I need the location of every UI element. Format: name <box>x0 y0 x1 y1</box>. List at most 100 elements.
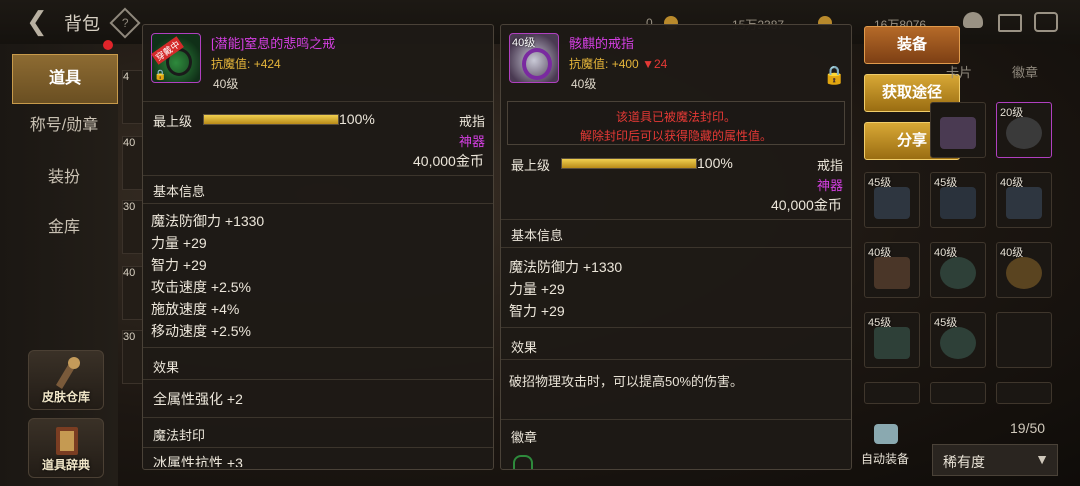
mail-icon[interactable] <box>998 14 1022 32</box>
stat-line: 攻击速度 +2.5% <box>151 279 251 295</box>
lock-icon: 🔒 <box>154 70 167 81</box>
inventory-slot[interactable] <box>930 102 986 158</box>
item-icon: 40级 <box>509 33 559 83</box>
item-dictionary-label: 道具辞典 <box>41 458 90 472</box>
divider <box>501 327 851 328</box>
divider <box>501 247 851 248</box>
brush-icon <box>56 357 80 389</box>
item-level: 40级 <box>213 77 239 91</box>
grade-bar <box>561 158 697 169</box>
weapon-icon <box>940 187 976 219</box>
grade-bar-fill <box>562 159 696 168</box>
sealed-line-1: 该道具已被魔法封印。 <box>615 110 736 124</box>
inventory-slot[interactable]: 40级 <box>930 242 986 298</box>
inventory-slot[interactable]: 45级 <box>864 312 920 368</box>
auto-equip-button[interactable]: 自动装备 <box>860 422 912 474</box>
weapon-icon <box>874 187 910 219</box>
tab-items[interactable]: 道具 <box>12 54 118 104</box>
inventory-slot[interactable] <box>996 382 1052 404</box>
page-title: 背包 <box>64 14 100 34</box>
inventory-capacity: 19/50 <box>1010 420 1046 436</box>
rarity-label: 神器 <box>459 134 486 149</box>
item-name: [潜能]窒息的悲鸣之戒 <box>211 36 336 51</box>
lock-icon: 🔒 <box>823 65 846 85</box>
grade-percent: 100% <box>697 155 733 171</box>
divider <box>501 359 851 360</box>
divider <box>143 379 493 380</box>
divider <box>143 447 493 448</box>
pot-icon[interactable] <box>963 12 983 28</box>
divider <box>143 347 493 348</box>
notification-dot <box>103 40 113 50</box>
inventory-slot[interactable]: 40级 <box>864 242 920 298</box>
effect-header: 效果 <box>511 340 538 355</box>
inventory-slot[interactable] <box>996 312 1052 368</box>
stat-line: 魔法防御力 +1330 <box>151 213 265 229</box>
ring-icon <box>1006 117 1042 149</box>
magic-seal-header: 魔法封印 <box>153 428 206 443</box>
inventory-slot[interactable]: 20级 <box>996 102 1052 158</box>
weapon-icon <box>1006 187 1042 219</box>
item-name: 骸麒的戒指 <box>569 36 635 51</box>
sealed-notice: 该道具已被魔法封印。 解除封印后可以获得隐藏的属性值。 <box>507 101 845 145</box>
level-badge: 40级 <box>512 37 536 49</box>
stat-line: 力量 +29 <box>509 281 565 297</box>
anti-magic-diff: ▼24 <box>642 57 668 71</box>
stat-line: 力量 +29 <box>151 235 207 251</box>
rarity-label: 神器 <box>817 178 844 193</box>
chat-icon[interactable] <box>1034 12 1058 32</box>
slot-type: 戒指 <box>817 158 844 173</box>
book-icon <box>56 427 78 455</box>
item-icon <box>940 117 976 149</box>
seal-line-clip: 冰属性抗性 +3 <box>143 453 493 467</box>
sort-dropdown-value: 稀有度 <box>943 454 985 470</box>
tab-outfit[interactable]: 装扮 <box>12 154 116 202</box>
divider <box>143 417 493 418</box>
tab-emblems[interactable]: 徽章 <box>1012 62 1038 81</box>
inventory-slot[interactable]: 45级 <box>930 312 986 368</box>
slot-type: 戒指 <box>459 114 486 129</box>
effect-text: 破招物理攻击时，可以提高50%的伤害。 <box>509 374 744 389</box>
item-level: 40级 <box>571 77 597 91</box>
effect-header: 效果 <box>153 360 180 375</box>
inventory-slot[interactable]: 45级 <box>864 172 920 228</box>
item-dictionary-button[interactable]: 道具辞典 <box>28 418 104 478</box>
equip-button[interactable]: 装备 <box>864 26 960 64</box>
basic-info-header: 基本信息 <box>511 228 564 243</box>
tab-vault[interactable]: 金库 <box>12 204 116 252</box>
grade-label: 最上级 <box>511 158 551 173</box>
sealed-line-2: 解除封印后可以获得隐藏的属性值。 <box>579 129 772 143</box>
item-price: 40,000金币 <box>771 197 842 213</box>
dropdown-arrow-icon: ▼ <box>1035 451 1049 467</box>
tab-titles-medals[interactable]: 称号/勋章 <box>12 102 116 150</box>
slot-level: 40 <box>123 267 136 279</box>
slot-level: 40 <box>123 137 136 149</box>
grade-label: 最上级 <box>153 114 193 129</box>
slot-level: 30 <box>123 331 136 343</box>
boots-icon <box>874 257 910 289</box>
slot-level: 4 <box>123 71 130 83</box>
sort-dropdown[interactable]: 稀有度 ▼ <box>932 444 1058 476</box>
armor-icon <box>874 424 898 444</box>
back-arrow-icon[interactable]: ❮ <box>26 6 48 37</box>
ring-icon <box>522 48 552 80</box>
effect-text: 全属性强化 +2 <box>153 391 243 407</box>
skin-vault-button[interactable]: 皮肤仓库 <box>28 350 104 410</box>
inventory-slot[interactable] <box>930 382 986 404</box>
anti-magic-label: 抗魔值: <box>211 57 251 71</box>
ring-icon <box>940 327 976 359</box>
emblem-slot-icon <box>513 455 533 469</box>
item-icon: 穿戴中 🔒 <box>151 33 201 83</box>
item-price: 40,000金币 <box>413 153 484 169</box>
divider <box>501 219 851 220</box>
divider <box>501 419 851 420</box>
anti-magic-value: +400 <box>611 57 639 71</box>
stat-line: 智力 +29 <box>151 257 207 273</box>
inventory-slot[interactable] <box>864 382 920 404</box>
inventory-slot[interactable]: 40级 <box>996 242 1052 298</box>
tab-cards[interactable]: 卡片 <box>946 62 972 81</box>
anti-magic-label: 抗魔值: <box>569 57 609 71</box>
inventory-slot[interactable]: 45级 <box>930 172 986 228</box>
inventory-slot[interactable]: 40级 <box>996 172 1052 228</box>
anti-magic-value: +424 <box>253 57 281 71</box>
